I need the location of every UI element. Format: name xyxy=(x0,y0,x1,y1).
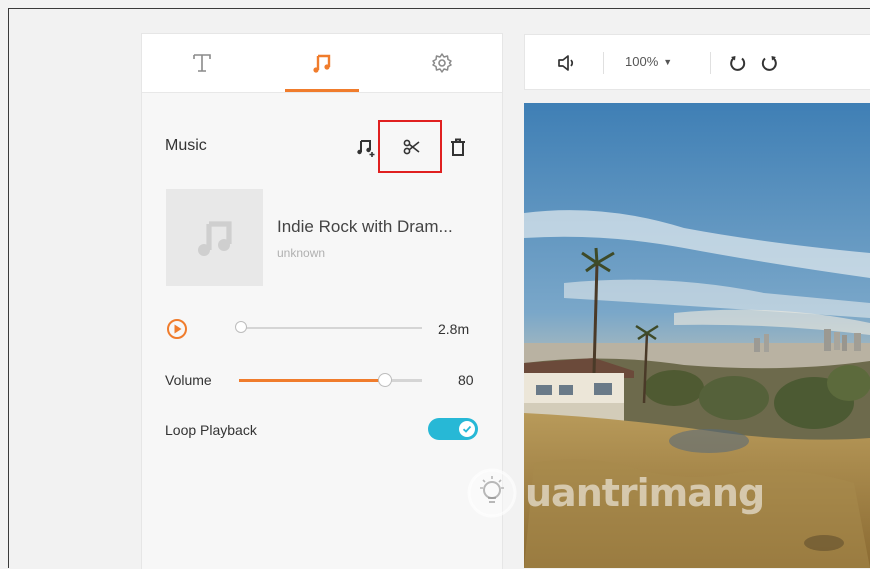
tab-text[interactable] xyxy=(142,34,262,92)
preview-toolbar: 100% ▼ xyxy=(524,34,870,90)
speaker-icon[interactable] xyxy=(556,52,578,74)
active-tab-indicator xyxy=(285,89,359,92)
volume-label: Volume xyxy=(165,372,212,388)
redo-icon[interactable] xyxy=(759,53,779,73)
text-icon xyxy=(193,54,211,72)
zoom-dropdown[interactable]: 100% ▼ xyxy=(625,54,672,69)
toggle-knob xyxy=(459,421,475,437)
track-thumbnail xyxy=(166,189,263,286)
zoom-value: 100% xyxy=(625,54,659,69)
tab-music[interactable] xyxy=(262,34,382,92)
add-music-button[interactable] xyxy=(354,135,378,159)
play-button[interactable] xyxy=(166,318,188,340)
caret-down-icon: ▼ xyxy=(663,56,673,67)
delete-button[interactable] xyxy=(446,135,470,159)
toolbar-divider xyxy=(603,52,604,74)
loop-label: Loop Playback xyxy=(165,422,257,438)
seek-handle[interactable] xyxy=(235,321,247,333)
watermark-text: uantrimang xyxy=(525,471,765,515)
highlight-annotation xyxy=(378,120,442,173)
music-note-icon xyxy=(197,220,232,256)
watermark: uantrimang xyxy=(465,466,765,520)
gear-icon xyxy=(432,53,452,73)
track-title: Indie Rock with Dram... xyxy=(277,217,453,236)
loop-toggle[interactable] xyxy=(428,418,478,440)
tab-settings[interactable] xyxy=(382,34,502,92)
tab-bar xyxy=(142,34,502,93)
music-note-icon xyxy=(313,54,331,73)
window-frame-top xyxy=(8,8,870,9)
lightbulb-logo-icon xyxy=(467,468,517,518)
volume-slider[interactable] xyxy=(239,379,422,382)
check-icon xyxy=(462,425,472,433)
music-panel: Music Indie Rock with Dram... unknown 2.… xyxy=(141,33,503,569)
trash-icon xyxy=(451,138,465,156)
volume-value: 80 xyxy=(458,372,474,388)
volume-fill xyxy=(239,379,386,382)
playback-seek-bar[interactable] xyxy=(236,327,422,329)
add-music-icon xyxy=(357,140,375,157)
section-title: Music xyxy=(165,137,207,154)
window-frame-left xyxy=(8,8,9,568)
toolbar-divider xyxy=(710,52,711,74)
track-duration: 2.8m xyxy=(438,321,470,337)
volume-handle[interactable] xyxy=(378,373,393,387)
undo-icon[interactable] xyxy=(728,53,748,73)
track-artist: unknown xyxy=(277,246,326,260)
